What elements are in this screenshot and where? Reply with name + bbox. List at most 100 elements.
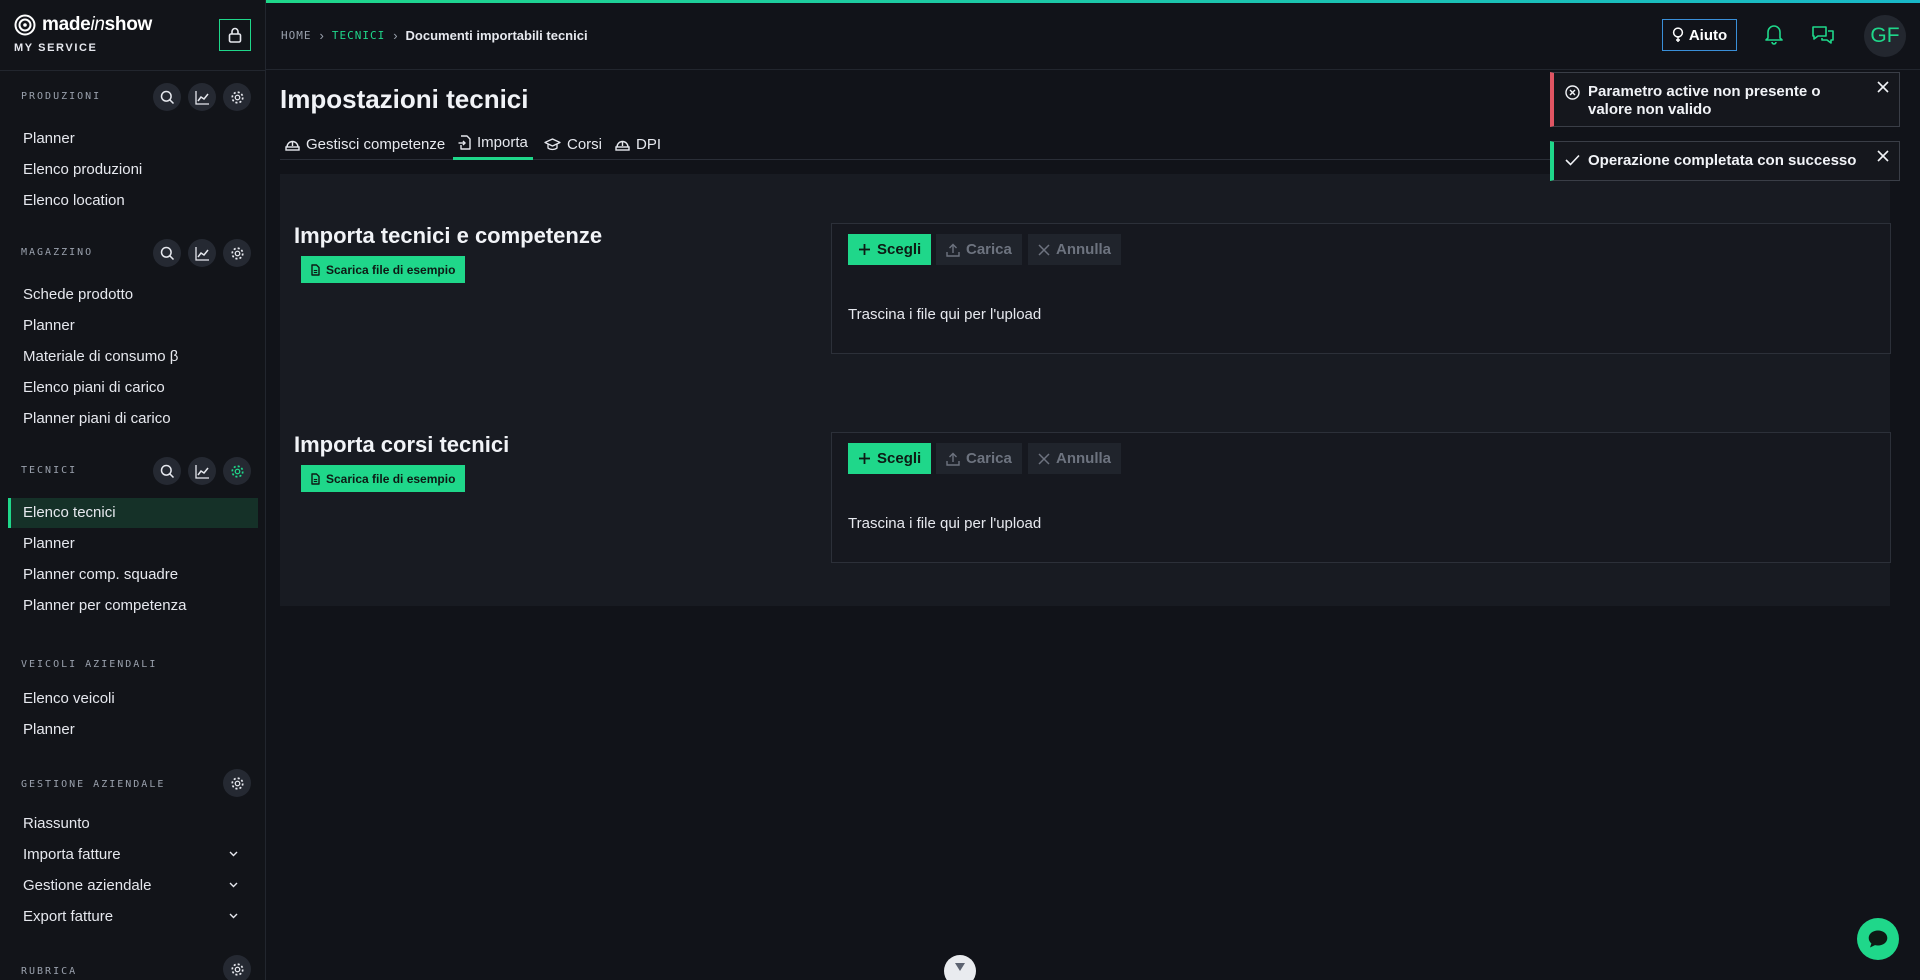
cancel-button[interactable]: Annulla [1028, 443, 1121, 474]
produzioni-settings-button[interactable] [223, 83, 251, 111]
sidebar-divider [0, 70, 265, 71]
gear-icon [230, 962, 244, 976]
file-uploader[interactable]: Scegli Carica Annulla Trascina i file qu… [831, 432, 1891, 563]
lock-button[interactable] [219, 19, 251, 51]
tecnici-search-button[interactable] [153, 457, 181, 485]
breadcrumb-current: Documenti importabili tecnici [405, 28, 588, 43]
sidebar-item-planner-magazzino[interactable]: Planner [8, 311, 258, 341]
sidebar-item-planner-piani-carico[interactable]: Planner piani di carico [8, 404, 258, 434]
section-title: GESTIONE AZIENDALE [21, 779, 166, 790]
chevron-down-icon [229, 913, 238, 919]
sidebar-item-elenco-tecnici[interactable]: Elenco tecnici [8, 498, 258, 528]
upload-button[interactable]: Carica [936, 443, 1022, 474]
sidebar-item-planner-tecnici[interactable]: Planner [8, 529, 258, 559]
sidebar-item-elenco-veicoli[interactable]: Elenco veicoli [8, 684, 258, 714]
bell-icon[interactable] [1764, 23, 1784, 45]
download-sample-label: Scarica file di esempio [326, 471, 456, 486]
import-technicians-title: Importa tecnici e competenze [294, 223, 603, 248]
tab-importa[interactable]: Importa [453, 128, 533, 160]
help-button[interactable]: Aiuto [1662, 19, 1737, 51]
import-panel: Importa tecnici e competenze Scarica fil… [280, 174, 1891, 606]
scroll-down-handle[interactable] [944, 955, 976, 980]
tecnici-settings-button[interactable] [223, 457, 251, 485]
tab-label: Gestisci competenze [306, 135, 446, 153]
magazzino-settings-button[interactable] [223, 239, 251, 267]
cancel-label: Annulla [1056, 241, 1111, 258]
search-icon [160, 90, 174, 104]
toast-error: Parametro active non presente o valore n… [1550, 72, 1900, 127]
sidebar-item-label: Export fatture [23, 908, 114, 925]
magazzino-stats-button[interactable] [188, 239, 216, 267]
download-sample-button[interactable]: Scarica file di esempio [301, 256, 466, 283]
error-circle-icon [1565, 85, 1580, 100]
sidebar-item-export-fatture[interactable]: Export fatture [8, 902, 258, 932]
gestione-settings-button[interactable] [223, 769, 251, 797]
toast-message: Operazione completata con successo [1588, 152, 1857, 169]
tecnici-stats-button[interactable] [188, 457, 216, 485]
help-label: Aiuto [1688, 26, 1728, 44]
tab-gestisci-competenze[interactable]: Gestisci competenze [280, 128, 450, 160]
brand-name: madeinshow [42, 14, 152, 35]
sidebar-item-schede-prodotto[interactable]: Schede prodotto [8, 280, 258, 310]
tab-label: Importa [477, 134, 528, 151]
section-tecnici: TECNICI [0, 457, 265, 487]
file-icon [311, 263, 320, 276]
section-title: RUBRICA [21, 966, 78, 977]
sidebar-item-piani-carico[interactable]: Elenco piani di carico [8, 373, 258, 403]
gear-icon [230, 90, 244, 104]
upload-label: Carica [966, 450, 1012, 467]
download-sample-button[interactable]: Scarica file di esempio [301, 465, 466, 492]
trend-chart-icon [194, 90, 209, 105]
lock-icon [228, 27, 242, 43]
bulb-icon [1672, 27, 1683, 42]
sidebar-item-gestione-aziendale[interactable]: Gestione aziendale [8, 871, 258, 901]
upload-icon [946, 452, 960, 466]
sidebar-item-planner-competenza[interactable]: Planner per competenza [8, 591, 258, 621]
sidebar-item-planner-produzioni[interactable]: Planner [8, 124, 258, 154]
trend-chart-icon [194, 246, 209, 261]
plus-icon [859, 244, 870, 255]
brand-logo-icon [14, 14, 36, 36]
close-icon[interactable] [1877, 150, 1889, 162]
sidebar-item-importa-fatture[interactable]: Importa fatture [8, 840, 258, 870]
produzioni-stats-button[interactable] [188, 83, 216, 111]
chat-bubbles-icon[interactable] [1811, 23, 1835, 45]
sidebar-item-materiale-consumo[interactable]: Materiale di consumo β [8, 342, 258, 372]
sidebar-item-label: Importa fatture [23, 846, 121, 863]
upload-button[interactable]: Carica [936, 234, 1022, 265]
file-uploader[interactable]: Scegli Carica Annulla Trascina i file qu… [831, 223, 1891, 354]
breadcrumb-home[interactable]: HOME [281, 29, 312, 42]
file-icon [311, 472, 320, 485]
breadcrumb: HOME › TECNICI › Documenti importabili t… [281, 28, 588, 43]
sidebar: madeinshow MY SERVICE PRODUZIONI Planner… [0, 0, 266, 980]
breadcrumb-tecnici[interactable]: TECNICI [332, 29, 385, 42]
choose-file-button[interactable]: Scegli [848, 443, 932, 474]
section-rubrica: RUBRICA [0, 955, 265, 980]
close-icon[interactable] [1877, 81, 1889, 93]
upload-label: Carica [966, 241, 1012, 258]
sidebar-item-elenco-produzioni[interactable]: Elenco produzioni [8, 155, 258, 185]
upload-icon [946, 243, 960, 257]
rubrica-settings-button[interactable] [223, 955, 251, 980]
sidebar-item-riassunto[interactable]: Riassunto [8, 809, 258, 839]
sidebar-item-planner-veicoli[interactable]: Planner [8, 715, 258, 745]
choose-label: Scegli [877, 450, 922, 467]
search-icon [160, 464, 174, 478]
arrow-down-icon [955, 963, 965, 971]
cancel-label: Annulla [1056, 450, 1111, 467]
choose-file-button[interactable]: Scegli [848, 234, 932, 265]
produzioni-search-button[interactable] [153, 83, 181, 111]
choose-label: Scegli [877, 241, 922, 258]
breadcrumb-separator: › [393, 28, 398, 43]
sidebar-item-planner-squadre[interactable]: Planner comp. squadre [8, 560, 258, 590]
cancel-button[interactable]: Annulla [1028, 234, 1121, 265]
chat-support-button[interactable] [1857, 918, 1899, 960]
brand-subtitle: MY SERVICE [14, 42, 98, 54]
section-gestione: GESTIONE AZIENDALE [0, 769, 265, 799]
magazzino-search-button[interactable] [153, 239, 181, 267]
brand[interactable]: madeinshow MY SERVICE [14, 14, 152, 54]
tab-dpi[interactable]: DPI [610, 128, 666, 160]
tab-corsi[interactable]: Corsi [539, 128, 607, 160]
sidebar-item-elenco-location[interactable]: Elenco location [8, 186, 258, 216]
avatar[interactable]: GF [1864, 15, 1906, 57]
